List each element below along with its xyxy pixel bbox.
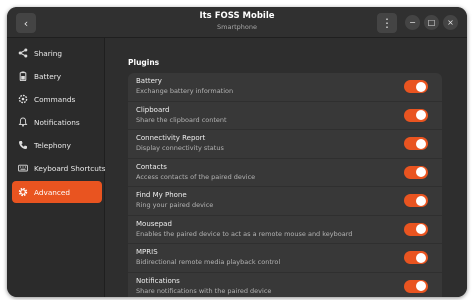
plugin-toggle-notifications[interactable]	[404, 279, 428, 293]
toggle-knob	[416, 138, 426, 149]
plugin-description: Ring your paired device	[136, 201, 214, 209]
plugin-row-clipboard[interactable]: Clipboard Share the clipboard content	[128, 102, 442, 130]
plugin-toggle-mpris[interactable]	[404, 251, 428, 264]
plugin-description: Access contacts of the paired device	[136, 172, 256, 181]
plugin-toggle-clipboard[interactable]	[404, 108, 428, 122]
plugin-title: Battery	[136, 77, 162, 85]
plugin-row-battery[interactable]: Battery Exchange battery information	[128, 73, 442, 102]
plugin-description: Share the clipboard content	[136, 115, 227, 124]
menu-button[interactable]: ⋮	[377, 13, 397, 33]
header-bar: ‹ Its FOSS Mobile Smartphone ⋮ − □ ×	[7, 7, 467, 38]
minimize-button[interactable]: −	[405, 15, 420, 30]
plugin-description: Enables the paired device to act as a re…	[136, 229, 353, 238]
plugin-title: Clipboard	[136, 105, 170, 114]
kebab-menu-icon: ⋮	[381, 16, 393, 30]
plugin-row-mpris[interactable]: MPRIS Bidirectional remote media playbac…	[128, 244, 442, 273]
plugin-row-connectivity-report[interactable]: Connectivity Report Display connectivity…	[128, 130, 442, 159]
plugin-title: Connectivity Report	[136, 134, 206, 142]
plugin-row-find-my-phone[interactable]: Find My Phone Ring your paired device	[128, 187, 442, 216]
sidebar-item-label: Keyboard Shortcuts	[34, 163, 106, 173]
sidebar-item-battery[interactable]: Battery	[12, 65, 102, 87]
close-icon: ×	[447, 17, 454, 27]
plugin-row-notifications[interactable]: Notifications Share notifications with t…	[128, 273, 442, 298]
toggle-knob	[416, 252, 426, 263]
plugin-title: Notifications	[136, 276, 180, 285]
plugin-toggle-mousepad[interactable]	[404, 222, 428, 236]
sidebar-item-label: Sharing	[34, 48, 63, 58]
sidebar-item-notifications[interactable]: Notifications	[12, 111, 102, 133]
minimize-icon: −	[409, 17, 416, 27]
window-title-block: Its FOSS Mobile Smartphone	[157, 11, 317, 32]
share-icon	[18, 48, 28, 58]
keyboard-icon	[18, 163, 28, 173]
plugin-description: Exchange battery information	[136, 87, 234, 95]
plugin-list: Battery Exchange battery information Cli…	[128, 73, 442, 297]
plugin-toggle-find-my-phone[interactable]	[404, 194, 428, 207]
plugin-row-mousepad[interactable]: Mousepad Enables the paired device to ac…	[128, 216, 442, 244]
plugin-toggle-connectivity-report[interactable]	[404, 137, 428, 150]
sidebar-item-label: Advanced	[34, 187, 71, 197]
plugin-row-contacts[interactable]: Contacts Access contacts of the paired d…	[128, 159, 442, 187]
toggle-knob	[416, 224, 426, 234]
plugin-description: Display connectivity status	[136, 144, 224, 152]
bell-icon	[18, 117, 28, 127]
sidebar-item-label: Commands	[34, 94, 76, 104]
plugin-title: Find My Phone	[136, 191, 187, 199]
toggle-knob	[416, 281, 426, 291]
sidebar-item-label: Notifications	[34, 117, 80, 127]
toggle-knob	[416, 195, 426, 206]
sidebar-item-telephony[interactable]: Telephony	[12, 134, 102, 156]
plugin-description: Bidirectional remote media playback cont…	[136, 258, 281, 266]
maximize-icon: □	[427, 17, 436, 27]
chevron-left-icon: ‹	[23, 16, 29, 30]
command-icon	[18, 94, 28, 104]
back-button[interactable]: ‹	[16, 13, 36, 33]
sidebar-item-advanced[interactable]: Advanced	[12, 181, 102, 203]
plugin-title: Mousepad	[136, 219, 172, 228]
phone-icon	[18, 140, 28, 150]
window-subtitle: Smartphone	[216, 23, 257, 31]
sidebar-item-commands[interactable]: Commands	[12, 88, 102, 110]
battery-icon	[18, 71, 28, 81]
sidebar-item-sharing[interactable]: Sharing	[12, 42, 102, 64]
toggle-knob	[416, 167, 426, 177]
toggle-knob	[416, 110, 426, 120]
section-title: Plugins	[128, 58, 160, 67]
main-content: Plugins Battery Exchange battery informa…	[105, 38, 467, 297]
sidebar-item-keyboard-shortcuts[interactable]: Keyboard Shortcuts	[12, 157, 106, 179]
app-window: ‹ Its FOSS Mobile Smartphone ⋮ − □ × Sha…	[7, 7, 467, 297]
sidebar-item-label: Battery	[34, 71, 62, 81]
plugin-toggle-contacts[interactable]	[404, 165, 428, 179]
sidebar: Sharing Battery Commands Notifications T…	[7, 38, 106, 297]
close-button[interactable]: ×	[443, 15, 458, 30]
maximize-button[interactable]: □	[424, 15, 439, 30]
gear-icon	[18, 187, 28, 197]
toggle-knob	[416, 81, 426, 92]
plugin-toggle-battery[interactable]	[404, 80, 428, 93]
plugin-title: MPRIS	[136, 248, 158, 256]
plugin-title: Contacts	[136, 162, 167, 171]
window-title: Its FOSS Mobile	[199, 11, 275, 21]
plugin-description: Share notifications with the paired devi…	[136, 286, 272, 295]
sidebar-item-label: Telephony	[34, 140, 71, 150]
